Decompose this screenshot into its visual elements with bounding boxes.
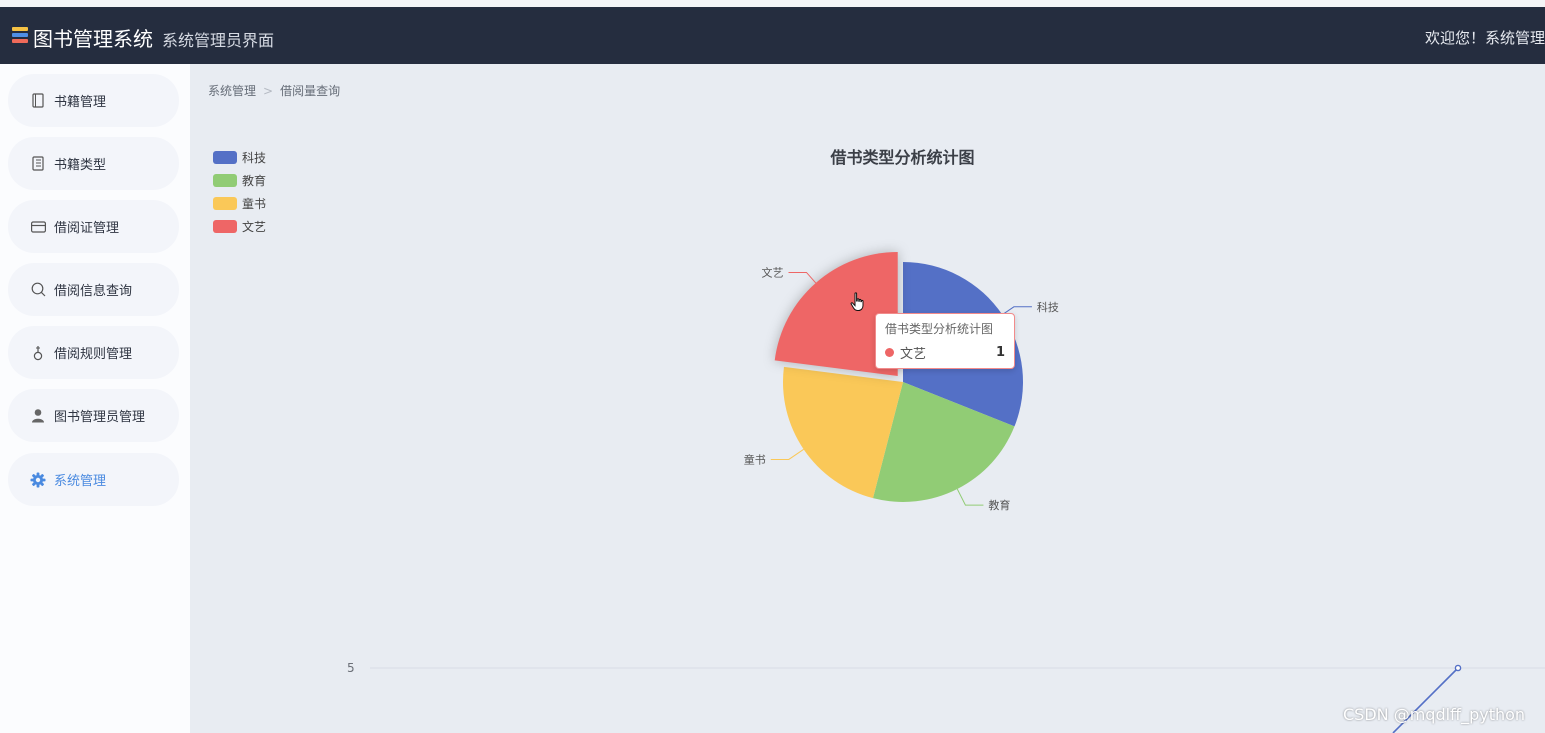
app-brand: 图书管理系统 bbox=[33, 27, 153, 51]
line-chart-y-tick: 5 bbox=[347, 661, 355, 675]
pie-label-line-教育 bbox=[956, 488, 984, 506]
sidebar-item-label: 系统管理 bbox=[54, 474, 107, 489]
tooltip-row: 文艺 1 bbox=[885, 343, 1005, 362]
card-icon bbox=[30, 219, 46, 235]
sidebar-item-borrow-rules[interactable]: 借阅规则管理 bbox=[8, 326, 179, 379]
sidebar-item-system-management[interactable]: 系统管理 bbox=[8, 453, 179, 506]
line-series-point[interactable] bbox=[1454, 664, 1462, 672]
welcome-text[interactable]: 欢迎您！系统管理 bbox=[1425, 27, 1545, 48]
sidebar-item-book-types[interactable]: 书籍类型 bbox=[8, 137, 179, 190]
sidebar-item-label: 书籍管理 bbox=[54, 95, 107, 110]
search-icon bbox=[30, 282, 46, 298]
sidebar-item-label: 借阅规则管理 bbox=[54, 347, 133, 362]
sidebar-item-library-card[interactable]: 借阅证管理 bbox=[8, 200, 179, 253]
sidebar-item-label: 图书管理员管理 bbox=[54, 410, 146, 425]
rule-icon bbox=[30, 345, 46, 361]
tooltip-name: 文艺 bbox=[900, 347, 927, 362]
pie-label-line-童书 bbox=[770, 448, 804, 460]
logo-icon bbox=[12, 27, 28, 44]
app-header: 图书管理系统 系统管理员界面 欢迎您！系统管理 bbox=[0, 7, 1545, 64]
sidebar-item-librarian-management[interactable]: 图书管理员管理 bbox=[8, 389, 179, 442]
gear-icon bbox=[30, 472, 46, 488]
csdn-watermark: CSDN @mqdlff_python bbox=[1343, 705, 1526, 724]
pie-label-科技: 科技 bbox=[1037, 300, 1059, 314]
pie-label-line-文艺 bbox=[788, 271, 817, 284]
sidebar-item-borrow-query[interactable]: 借阅信息查询 bbox=[8, 263, 179, 316]
sidebar-item-label: 借阅证管理 bbox=[54, 221, 120, 236]
hand-cursor-icon bbox=[850, 292, 864, 311]
pie-chart: 科技教育 童书 文艺 bbox=[370, 251, 1545, 733]
main-content: 系统管理 > 借阅量查询 借书类型分析统计图 科技 教育 童书 文艺 科技 教育 童书文… bbox=[190, 64, 1545, 733]
pie-label-教育: 教育 bbox=[988, 498, 1010, 512]
tooltip-dot-icon bbox=[885, 348, 894, 357]
book-icon bbox=[30, 93, 46, 109]
sidebar-item-book-management[interactable]: 书籍管理 bbox=[8, 74, 179, 127]
pie-label-文艺: 文艺 bbox=[761, 265, 783, 279]
tooltip-value: 1 bbox=[995, 345, 1005, 360]
app-subtitle: 系统管理员界面 bbox=[162, 31, 275, 50]
sidebar: 书籍管理 书籍类型 借阅证管理 借阅信息查询 借阅规则管理 图书管理员管理 系统… bbox=[0, 64, 190, 733]
sidebar-item-label: 借阅信息查询 bbox=[54, 284, 133, 299]
chart-tooltip: 借书类型分析统计图 文艺 1 bbox=[875, 313, 1015, 369]
document-icon bbox=[30, 156, 46, 172]
sidebar-item-label: 书籍类型 bbox=[54, 158, 107, 173]
user-icon bbox=[30, 408, 46, 424]
tooltip-title: 借书类型分析统计图 bbox=[885, 322, 994, 336]
pie-label-童书: 童书 bbox=[744, 452, 766, 466]
window-top-strip bbox=[0, 0, 1545, 7]
